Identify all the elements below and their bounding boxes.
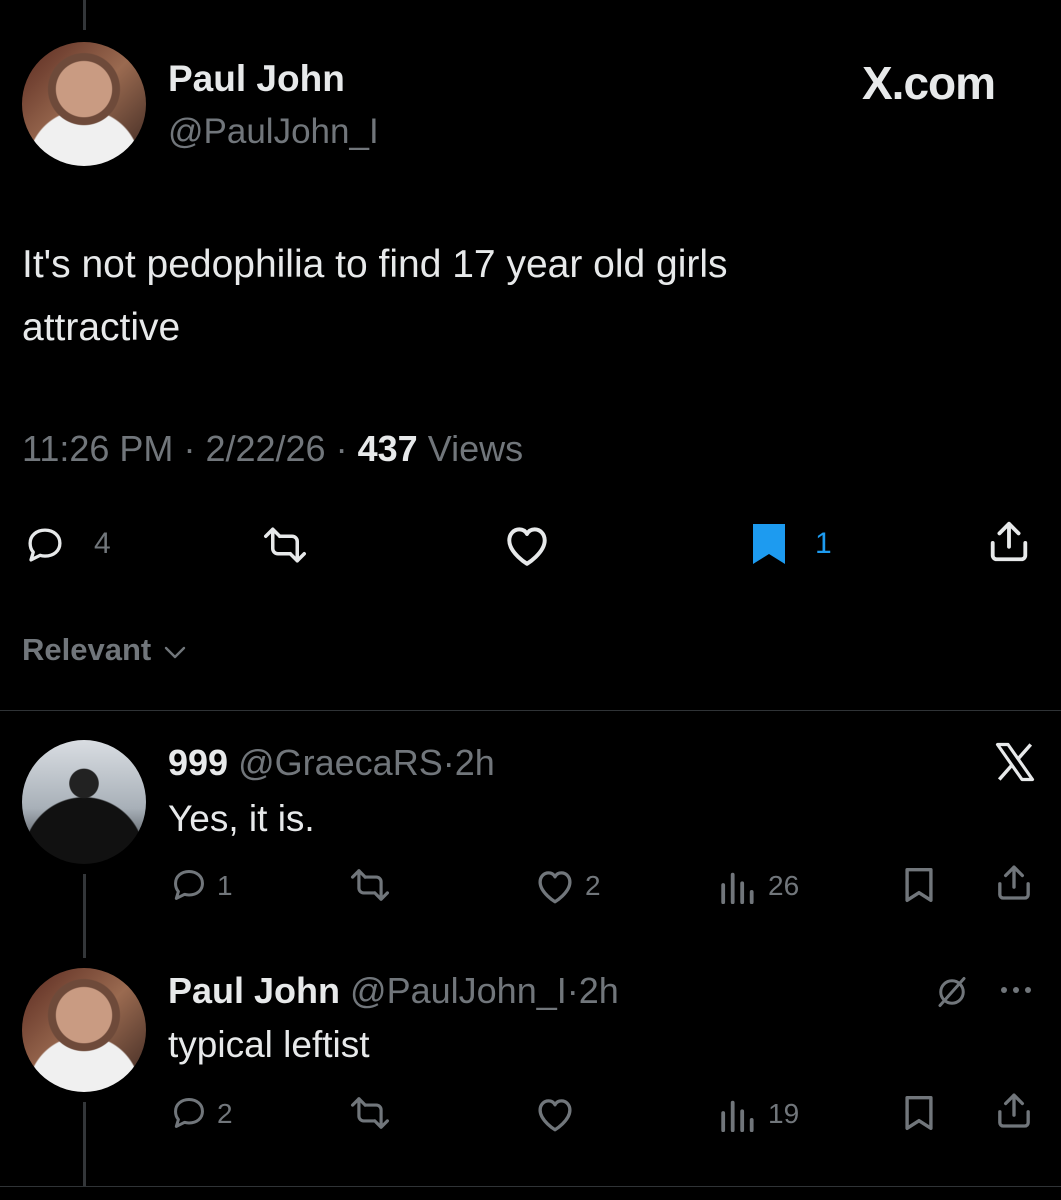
author-name[interactable]: Paul John: [168, 58, 345, 100]
view-count: 26: [768, 870, 800, 901]
view-count: 19: [768, 1098, 800, 1129]
author-handle[interactable]: @PaulJohn_I: [168, 112, 379, 152]
thread-line-top: [83, 0, 86, 30]
views-icon[interactable]: [719, 1094, 755, 1132]
share-icon[interactable]: [994, 1090, 1034, 1132]
separator-dot: ·: [442, 742, 455, 783]
tweet-text-line: attractive: [22, 306, 181, 349]
reply-icon[interactable]: [24, 524, 66, 566]
tweet-meta: 11:26 PM · 2/22/26 · 437 Views: [22, 428, 523, 470]
sort-label: Relevant: [22, 632, 152, 667]
reply-header: 999 @GraecaRS·2h: [168, 742, 495, 784]
reply-author-handle[interactable]: @PaulJohn_I: [350, 970, 567, 1011]
separator-dot: ·: [335, 428, 348, 469]
more-options-icon[interactable]: [998, 984, 1034, 996]
sort-dropdown[interactable]: Relevant: [22, 632, 188, 668]
reply-text: Yes, it is.: [168, 798, 315, 839]
thread-line: [83, 874, 86, 958]
reply-text: typical leftist: [168, 1024, 370, 1065]
avatar[interactable]: [22, 740, 146, 864]
reply-author-handle[interactable]: @GraecaRS: [238, 742, 443, 783]
avatar[interactable]: [22, 968, 146, 1092]
views-label: Views: [427, 428, 524, 469]
like-icon[interactable]: [502, 522, 552, 568]
reply-count: 4: [94, 527, 111, 560]
bookmark-count: 1: [815, 527, 832, 560]
bottom-divider: [0, 1186, 1061, 1187]
x-logo-icon: [995, 742, 1035, 782]
reply-icon[interactable]: [170, 866, 208, 904]
views-count: 437: [357, 428, 418, 469]
tweet-time[interactable]: 11:26 PM: [22, 428, 173, 469]
reply-header: Paul John @PaulJohn_I·2h: [168, 970, 619, 1012]
chevron-down-icon: [164, 646, 186, 659]
separator-dot: ·: [566, 970, 579, 1011]
section-divider: [0, 710, 1061, 711]
reply-icon[interactable]: [170, 1094, 208, 1132]
views-icon[interactable]: [719, 866, 755, 904]
bookmark-icon[interactable]: [902, 1094, 936, 1132]
share-icon[interactable]: [986, 518, 1032, 566]
repost-icon[interactable]: [346, 1094, 394, 1132]
bookmark-icon[interactable]: [902, 866, 936, 904]
share-icon[interactable]: [994, 862, 1034, 904]
reply-author-name[interactable]: Paul John: [168, 970, 340, 1011]
reply-author-name[interactable]: 999: [168, 742, 228, 783]
like-icon[interactable]: [534, 1094, 576, 1134]
reply-count: 1: [217, 870, 233, 901]
separator-dot: ·: [183, 428, 196, 469]
reply-time[interactable]: 2h: [579, 970, 619, 1011]
hidden-reply-icon[interactable]: [934, 974, 970, 1010]
tweet-text-line: It's not pedophilia to find 17 year old …: [22, 243, 728, 286]
like-icon[interactable]: [534, 866, 576, 906]
x-brand-watermark: X.com: [862, 57, 996, 109]
like-count: 2: [585, 870, 601, 901]
bookmark-icon[interactable]: [749, 522, 789, 566]
thread-line: [83, 1102, 86, 1186]
avatar[interactable]: [22, 42, 146, 166]
repost-icon[interactable]: [258, 524, 312, 566]
reply-time[interactable]: 2h: [455, 742, 495, 783]
repost-icon[interactable]: [346, 866, 394, 904]
tweet-date[interactable]: 2/22/26: [205, 428, 325, 469]
reply-count: 2: [217, 1098, 233, 1129]
